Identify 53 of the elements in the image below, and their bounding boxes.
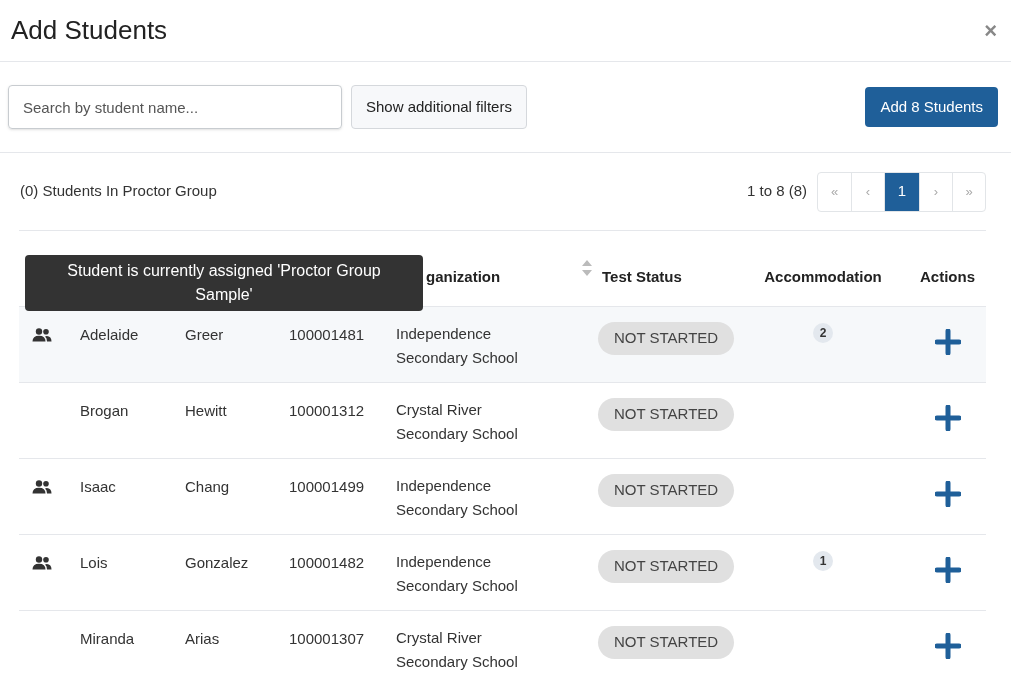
table-cell: Arias <box>185 630 220 647</box>
page-nav-button[interactable]: « <box>818 172 851 211</box>
page-range: 1 to 8 (8) <box>746 181 807 202</box>
table-cell: 100001482 <box>289 554 365 571</box>
table-cell-text: Crystal River Secondary School <box>396 628 519 672</box>
plus-icon <box>934 329 961 355</box>
add-students-button[interactable]: Add 8 Students <box>865 87 998 127</box>
add-button[interactable] <box>934 329 961 355</box>
page-nav-button[interactable]: » <box>952 172 985 211</box>
table-cell-text: Crystal River Secondary School <box>396 400 519 444</box>
status-badge: NOT STARTED <box>598 322 735 355</box>
column-header: Test Status <box>602 266 682 287</box>
status-badge: NOT STARTED <box>598 474 735 507</box>
table-cell: Brogan <box>80 402 129 419</box>
table-cell: 100001499 <box>289 478 365 495</box>
column-header[interactable]: ganization <box>426 265 501 288</box>
table-cell: Miranda <box>80 630 135 647</box>
page-nav-button[interactable]: › <box>919 172 952 211</box>
status-badge: NOT STARTED <box>598 398 735 431</box>
tooltip: Student is currently assigned 'Proctor Group Sample' <box>25 255 423 311</box>
count-badge: 2 <box>813 323 833 343</box>
table-cell: 100001481 <box>289 326 365 343</box>
table-cell: Chang <box>185 478 230 495</box>
dialog-title: Add Students <box>11 14 168 47</box>
table-cell: 100001312 <box>289 402 365 419</box>
count-badge: 1 <box>813 551 833 571</box>
add-button[interactable] <box>934 633 961 659</box>
table-cell: Adelaide <box>80 326 139 343</box>
search-field[interactable]: Search by student name... <box>8 85 342 129</box>
column-header: Actions <box>920 266 975 287</box>
column-header: Accommodation <box>764 266 882 287</box>
status-badge: NOT STARTED <box>598 626 735 659</box>
plus-icon <box>934 633 961 659</box>
table-cell: Isaac <box>80 478 116 495</box>
status-badge: NOT STARTED <box>598 550 735 583</box>
table-cell: Gonzalez <box>185 554 249 571</box>
table-cell: Greer <box>185 326 224 343</box>
plus-icon <box>934 405 961 431</box>
table-cell: Hewitt <box>185 402 227 419</box>
table-cell: 100001307 <box>289 630 365 647</box>
page-button[interactable]: 1 <box>884 172 919 211</box>
table-cell-text: Independence Secondary School <box>396 476 519 520</box>
plus-icon <box>934 481 961 507</box>
close-button[interactable]: × <box>984 19 997 42</box>
table-cell: Lois <box>80 554 108 571</box>
plus-icon <box>934 557 961 583</box>
table-cell-text: Independence Secondary School <box>396 552 519 596</box>
table-cell-text: Independence Secondary School <box>396 324 519 368</box>
filters-button[interactable]: Show additional filters <box>351 85 527 129</box>
add-button[interactable] <box>934 481 961 507</box>
add-button[interactable] <box>934 405 961 431</box>
group-count: (0) Students In Proctor Group <box>20 181 217 202</box>
add-button[interactable] <box>934 557 961 583</box>
